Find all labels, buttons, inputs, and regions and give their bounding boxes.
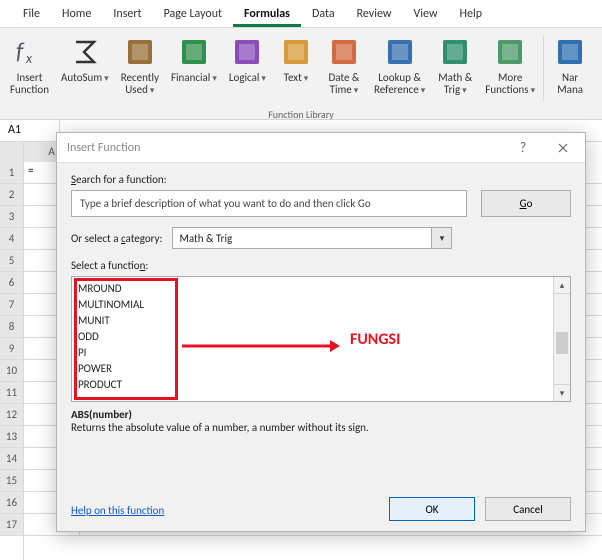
autosum-button[interactable]: AutoSum [55,32,115,119]
tab-view[interactable]: View [402,3,448,27]
listbox-scrollbar[interactable]: ▴ ▾ [553,277,570,401]
more-functions-icon [492,34,528,70]
category-select[interactable]: Math & Trig ▾ [172,227,452,249]
row-header[interactable]: 14 [0,448,23,470]
name-manager-icon [552,34,588,70]
name-manager-button[interactable]: Nar Mana [546,32,594,119]
ok-button[interactable]: OK [389,497,475,521]
row-header[interactable]: 4 [0,228,23,250]
function-list-item[interactable]: PI [78,345,547,361]
date-time-button[interactable]: Date & Time [320,32,368,119]
row-header[interactable]: 1 [0,162,23,184]
function-list-item[interactable]: MROUND [78,281,547,297]
cancel-button[interactable]: Cancel [485,497,571,521]
function-list-item[interactable]: ODD [78,329,547,345]
scroll-down-arrow[interactable]: ▾ [554,384,570,401]
insert-function-button[interactable]: fxInsert Function [4,32,55,119]
ribbon-group-label: Function Library [0,108,602,121]
tab-data[interactable]: Data [301,3,346,27]
tab-home[interactable]: Home [51,3,102,27]
help-link[interactable]: Help on this function [71,504,164,517]
autosum-icon [67,34,103,70]
row-header[interactable]: 3 [0,206,23,228]
row-header[interactable]: 5 [0,250,23,272]
logical-icon [229,34,265,70]
function-list-item[interactable]: MULTINOMIAL [78,297,547,313]
dialog-title: Insert Function [67,141,140,155]
function-listbox[interactable]: MROUNDMULTINOMIALMUNITODDPIPOWERPRODUCT … [71,276,571,402]
category-value: Math & Trig [173,229,431,248]
select-function-label: Select a function: [71,259,571,272]
lookup-reference-label: Lookup & Reference [374,72,425,97]
function-signature: ABS(number) [71,408,571,421]
lookup-reference-icon [382,34,418,70]
name-box[interactable] [0,120,60,141]
text-label: Text [284,72,309,85]
name-manager-label: Nar Mana [557,72,583,96]
function-list-item[interactable]: POWER [78,361,547,377]
row-header[interactable]: 7 [0,294,23,316]
row-header[interactable]: 11 [0,382,23,404]
category-label: Or select a category: [71,232,162,245]
dialog-help-button[interactable]: ? [503,133,543,163]
go-button[interactable]: Go [481,190,571,217]
logical-label: Logical [229,72,266,85]
tab-insert[interactable]: Insert [102,3,152,27]
row-header[interactable]: 13 [0,426,23,448]
recently-used-icon [122,34,158,70]
dialog-close-button[interactable] [543,133,583,163]
date-time-icon [326,34,362,70]
tab-formulas[interactable]: Formulas [233,3,301,27]
tab-page-layout[interactable]: Page Layout [153,3,233,27]
svg-text:f: f [16,37,25,66]
dialog-titlebar: Insert Function ? [57,133,585,163]
select-all-corner[interactable] [0,142,24,162]
more-functions-label: More Functions [485,72,535,97]
row-header[interactable]: 10 [0,360,23,382]
row-header[interactable]: 17 [0,514,23,536]
function-list-item[interactable]: MUNIT [78,313,547,329]
row-header[interactable]: 12 [0,404,23,426]
row-header[interactable]: 9 [0,338,23,360]
math-trig-icon [437,34,473,70]
math-trig-button[interactable]: Math & Trig [431,32,479,119]
row-header[interactable]: 15 [0,470,23,492]
function-list-item[interactable]: PRODUCT [78,377,547,393]
insert-function-dialog: Insert Function ? Search for a function:… [56,132,586,532]
search-input[interactable]: Type a brief description of what you wan… [71,190,467,217]
date-time-label: Date & Time [328,72,359,97]
math-trig-label: Math & Trig [438,72,472,97]
financial-icon [176,34,212,70]
tab-review[interactable]: Review [346,3,403,27]
more-functions-button[interactable]: More Functions [479,32,541,119]
row-headers: 1234567891011121314151617 [0,162,24,560]
recently-used-button[interactable]: Recently Used [115,32,165,119]
search-label: Search for a function: [71,173,571,186]
financial-label: Financial [171,72,217,85]
financial-button[interactable]: Financial [165,32,223,119]
chevron-down-icon: ▾ [431,228,451,248]
autosum-label: AutoSum [61,72,109,85]
logical-button[interactable]: Logical [223,32,272,119]
row-header[interactable]: 8 [0,316,23,338]
name-box-input[interactable] [6,122,53,138]
lookup-reference-button[interactable]: Lookup & Reference [368,32,431,119]
row-header[interactable]: 16 [0,492,23,514]
scroll-up-arrow[interactable]: ▴ [554,277,570,294]
insert-function-icon: fx [11,34,47,70]
insert-function-label: Insert Function [10,72,49,96]
text-button[interactable]: Text [272,32,320,119]
close-icon [558,143,568,153]
recently-used-label: Recently Used [121,72,159,97]
scroll-thumb[interactable] [556,332,568,354]
tab-help[interactable]: Help [449,3,494,27]
text-icon [278,34,314,70]
ribbon-tabs: FileHomeInsertPage LayoutFormulasDataRev… [0,0,602,28]
tab-file[interactable]: File [12,3,51,27]
ribbon: fxInsert FunctionAutoSumRecently UsedFin… [0,28,602,120]
row-header[interactable]: 2 [0,184,23,206]
function-description: Returns the absolute value of a number, … [71,421,571,434]
row-header[interactable]: 6 [0,272,23,294]
svg-text:x: x [25,50,33,67]
